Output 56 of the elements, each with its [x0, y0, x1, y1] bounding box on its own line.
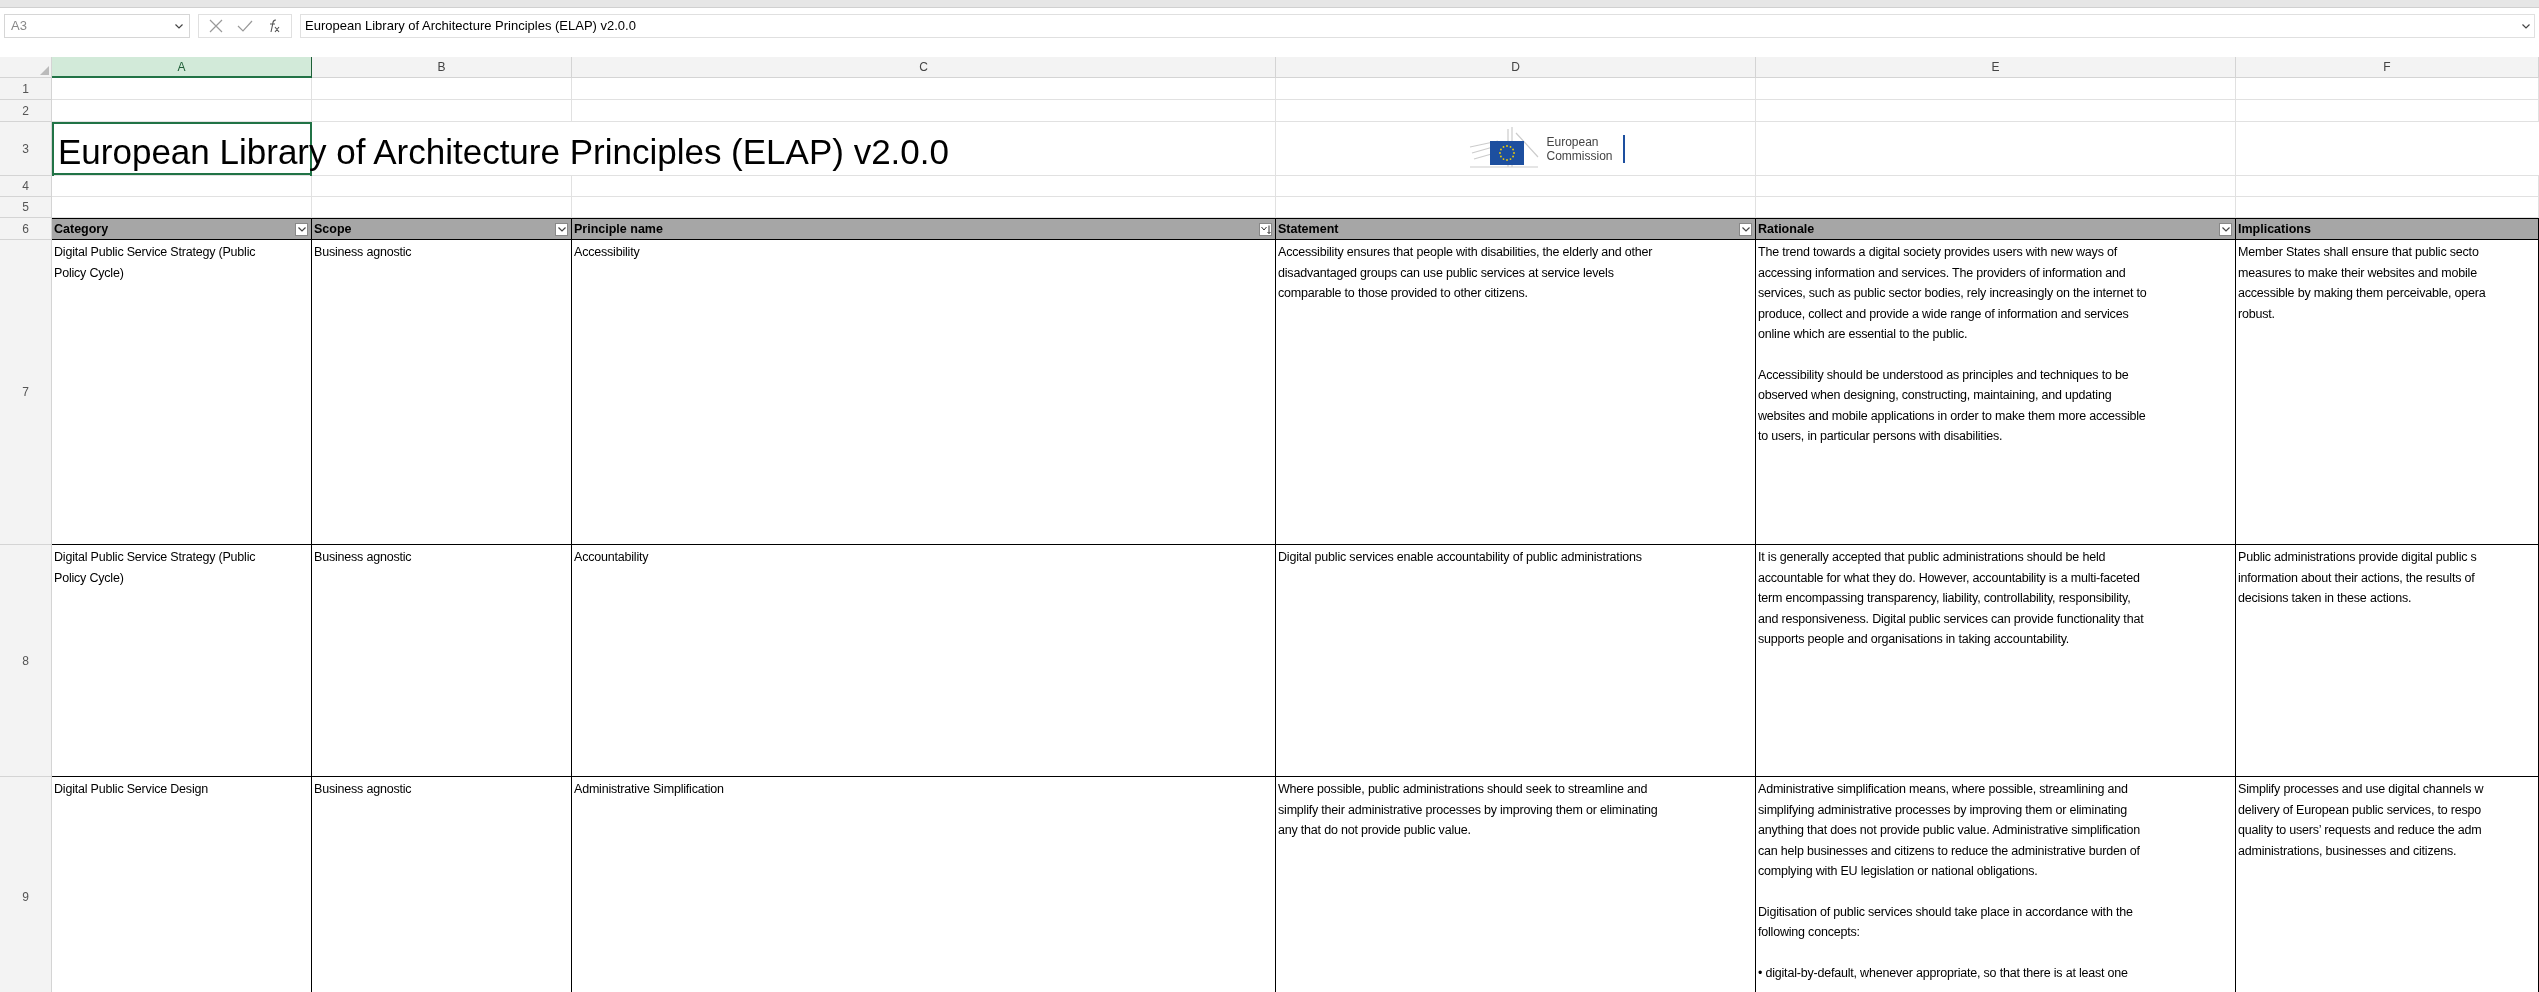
- column-header[interactable]: C: [572, 57, 1276, 78]
- table-cell: The trend towards a digital society provides users with new ways of accessing information and services. The providers of information and services, such as public sector bodies, rely increasingly on the internet to produce, collect and provide a wide range of information and services online which are essential to the public. Accessibility should be understood as principles and techniques to be observed when designing, constructing, maintaining, and updating websites and mobile applications in order to make them more accessible to users, in particular persons with disabilities.: [1756, 240, 2236, 545]
- row-number: 7: [22, 384, 29, 401]
- table-cell: Digital Public Service Strategy (Public Policy Cycle): [52, 545, 312, 777]
- table-cell: Business agnostic: [312, 777, 572, 992]
- row-number: 8: [22, 652, 29, 670]
- table-cell: Digital Public Service Design: [52, 777, 312, 992]
- row-number: 2: [22, 102, 29, 120]
- table-cell: Accessibility: [572, 240, 1276, 545]
- row-number: 3: [22, 140, 29, 158]
- table-cell: Accessibility ensures that people with disabilities, the elderly and other disadvantaged groups can use public services at service levels comparable to those provided to other citizens.: [1276, 240, 1756, 545]
- chevron-down-icon: [297, 226, 306, 232]
- name-box[interactable]: A3: [4, 14, 190, 38]
- filter-dropdown-button[interactable]: [2219, 222, 2232, 236]
- table-cell: Where possible, public administrations should seek to streamline and simplify their administrative processes by improving them or eliminating any that do not provide public value.: [1276, 777, 1756, 992]
- row-number: 4: [22, 178, 29, 195]
- column-header[interactable]: E: [1756, 57, 2236, 78]
- table-cell: Public administrations provide digital public s information about their actions, the results of decisions taken in these actions.: [2236, 545, 2539, 777]
- formula-bar[interactable]: European Library of Architecture Principles (ELAP) v2.0.0: [300, 14, 2535, 38]
- row-number: 6: [22, 220, 29, 238]
- cancel-icon[interactable]: [209, 19, 223, 33]
- column-header[interactable]: D: [1276, 57, 1756, 78]
- table-header-cell: Category: [52, 218, 312, 240]
- chevron-down-icon: [175, 23, 183, 29]
- table-header-cell: Rationale: [1756, 218, 2236, 240]
- table-header-cell: Principle name: [572, 218, 1276, 240]
- table-header-cell: Implications: [2236, 218, 2539, 240]
- table-cell: Business agnostic: [312, 240, 572, 545]
- table-header-cell: Scope: [312, 218, 572, 240]
- table-cell: Digital public services enable accountability of public administrations: [1276, 545, 1756, 777]
- column-header[interactable]: F: [2236, 57, 2539, 78]
- table-cell: Business agnostic: [312, 545, 572, 777]
- row-number: 1: [22, 80, 29, 98]
- filter-dropdown-button[interactable]: [555, 222, 568, 236]
- row-number: 5: [22, 199, 29, 216]
- table-cell: Simplify processes and use digital channels w delivery of European public services, to respo quality to users’ requests and reduce the adm administrations, businesses and citizens.: [2236, 777, 2539, 992]
- function-icon[interactable]: [267, 19, 281, 33]
- table-cell: Digital Public Service Strategy (Public Policy Cycle): [52, 240, 312, 545]
- row-number: 9: [22, 888, 29, 906]
- table-cell: It is generally accepted that public administrations should be held accountable for what they do. However, accountability is a multi-faceted term encompassing transparency, liability, controllability, responsibility, and responsiveness. Digital public services can provide functionality that supports people and organisations in taking accountability.: [1756, 545, 2236, 777]
- table-cell: Administrative Simplification: [572, 777, 1276, 992]
- table-header-cell: Statement: [1276, 218, 1756, 240]
- chevron-down-icon: [2522, 23, 2530, 29]
- table-cell: Accountability: [572, 545, 1276, 777]
- chevron-down-icon: [2221, 226, 2230, 232]
- column-header[interactable]: A: [52, 57, 312, 78]
- table-cell: Member States shall ensure that public secto measures to make their websites and mobile accessible by making them perceivable, opera robust.: [2236, 240, 2539, 545]
- filter-dropdown-button[interactable]: [1739, 222, 1752, 236]
- sort-filter-button[interactable]: [1259, 222, 1272, 236]
- enter-check-icon[interactable]: [237, 20, 253, 32]
- sort-filter-icon: [1260, 224, 1271, 234]
- chevron-down-icon: [557, 226, 566, 232]
- column-header[interactable]: B: [312, 57, 572, 78]
- table-cell: Administrative simplification means, where possible, streamlining and simplifying administrative processes by improving them or eliminating anything that does not provide public value. Administrative simplification can help businesses and citizens to reduce the administrative burden of complying with EU legislation or national obligations. Digitisation of public services should take place in accordance with the following concepts: • digital-by-default, whenever appropriate, so that there is at least one: [1756, 777, 2236, 992]
- filter-dropdown-button[interactable]: [295, 222, 308, 236]
- chevron-down-icon: [1741, 226, 1750, 232]
